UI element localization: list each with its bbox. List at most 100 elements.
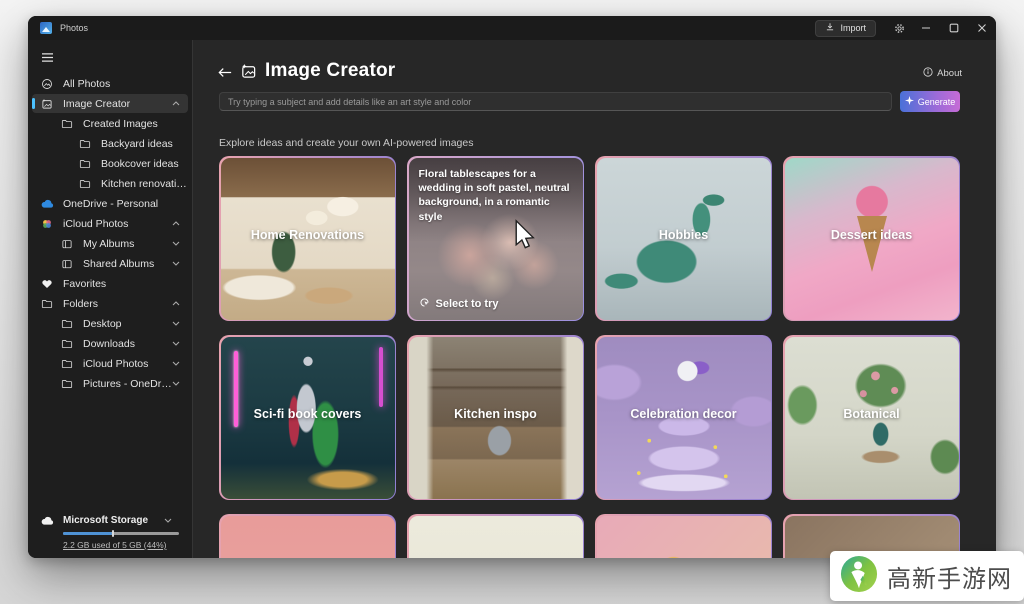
- main-content: Image Creator About Generate Explore ide…: [193, 40, 996, 558]
- sidebar-item-folders[interactable]: Folders: [32, 294, 188, 313]
- card-wedding-decor-hovered[interactable]: Floral tablescapes for a wedding in soft…: [407, 156, 584, 321]
- sidebar-item-label: iCloud Photos: [83, 358, 148, 370]
- select-to-try-action[interactable]: Select to try: [419, 297, 499, 311]
- maximize-button[interactable]: [940, 16, 968, 40]
- folder-icon: [60, 118, 74, 130]
- sidebar-item-all-photos[interactable]: All Photos: [32, 74, 188, 93]
- sidebar-item-icloud-photos-folder[interactable]: iCloud Photos: [32, 354, 188, 373]
- back-button[interactable]: [215, 63, 235, 81]
- sparkle-icon: [905, 96, 914, 107]
- card-art-white-flowers: [409, 516, 583, 559]
- folder-icon: [60, 338, 74, 350]
- card-partial-white-flowers[interactable]: [407, 514, 584, 558]
- import-button[interactable]: Import: [815, 20, 876, 37]
- card-art-scifi: [221, 337, 395, 499]
- sidebar-item-label: Pictures - OneDrive Personal: [83, 378, 172, 390]
- sidebar-item-bookcover-ideas[interactable]: Bookcover ideas: [32, 154, 188, 173]
- card-dessert-ideas[interactable]: Dessert ideas: [783, 156, 960, 321]
- storage-progress-fill: [63, 532, 112, 535]
- sidebar-item-pictures-onedrive[interactable]: Pictures - OneDrive Personal: [32, 374, 188, 393]
- photo-icon: [40, 78, 54, 90]
- folder-icon: [78, 138, 92, 150]
- card-art-kitchen: [409, 337, 583, 499]
- chevron-down-icon: [172, 241, 180, 246]
- card-art-hobbies: [597, 158, 771, 320]
- sidebar-item-label: All Photos: [63, 78, 110, 90]
- info-icon: [923, 67, 933, 80]
- prompt-input[interactable]: [219, 92, 892, 111]
- watermark-text: 高新手游网: [887, 559, 1012, 594]
- folder-icon: [78, 158, 92, 170]
- import-label: Import: [840, 23, 866, 33]
- sidebar-item-my-albums[interactable]: My Albums: [32, 234, 188, 253]
- photos-app-icon: [40, 22, 52, 34]
- minimize-button[interactable]: [912, 16, 940, 40]
- sidebar-item-favorites[interactable]: Favorites: [32, 274, 188, 293]
- folder-icon: [78, 178, 92, 190]
- sidebar-item-label: Created Images: [83, 118, 158, 130]
- page-title: Image Creator: [265, 60, 395, 82]
- card-botanical[interactable]: Botanical: [783, 335, 960, 500]
- mouse-cursor: [513, 219, 539, 256]
- chevron-down-icon: [172, 261, 180, 266]
- card-scifi-book-covers[interactable]: Sci-fi book covers: [219, 335, 396, 500]
- storage-usage-link[interactable]: 2.2 GB used of 5 GB (44%): [63, 540, 180, 550]
- sidebar-item-created-images[interactable]: Created Images: [32, 114, 188, 133]
- card-hobbies[interactable]: Hobbies: [595, 156, 772, 321]
- sidebar-item-label: Favorites: [63, 278, 106, 290]
- sidebar-item-onedrive-personal[interactable]: OneDrive - Personal: [32, 194, 188, 213]
- generate-label: Generate: [918, 97, 956, 107]
- folder-icon: [60, 378, 74, 390]
- folder-icon: [60, 318, 74, 330]
- sidebar-item-kitchen-renovations[interactable]: Kitchen renovations: [32, 174, 188, 193]
- icloud-photos-icon: [40, 218, 54, 230]
- app-title: Photos: [60, 23, 88, 33]
- folder-icon: [60, 358, 74, 370]
- card-celebration-decor[interactable]: Celebration decor: [595, 335, 772, 500]
- sidebar-item-label: Shared Albums: [83, 258, 154, 270]
- explore-heading: Explore ideas and create your own AI-pow…: [219, 137, 473, 149]
- sidebar-item-desktop[interactable]: Desktop: [32, 314, 188, 333]
- card-partial-pastel-swirl[interactable]: [219, 514, 396, 558]
- sidebar-item-label: iCloud Photos: [63, 218, 128, 230]
- sidebar-item-label: Bookcover ideas: [101, 158, 179, 170]
- sidebar-item-downloads[interactable]: Downloads: [32, 334, 188, 353]
- albums-icon: [60, 258, 74, 270]
- card-home-renovations[interactable]: Home Renovations: [219, 156, 396, 321]
- heart-icon: [40, 278, 54, 289]
- card-art-home-renovations: [221, 158, 395, 320]
- watermark: 高新手游网: [830, 551, 1024, 601]
- import-icon: [825, 22, 835, 34]
- sidebar-item-shared-albums[interactable]: Shared Albums: [32, 254, 188, 273]
- cloud-icon: [40, 516, 54, 526]
- card-art-celebration: [597, 337, 771, 499]
- chevron-up-icon: [172, 101, 180, 106]
- sidebar-item-label: Downloads: [83, 338, 135, 350]
- chevron-down-icon[interactable]: [164, 518, 172, 523]
- sidebar-item-backyard-ideas[interactable]: Backyard ideas: [32, 134, 188, 153]
- about-button[interactable]: About: [923, 67, 962, 80]
- sidebar-item-label: Backyard ideas: [101, 138, 173, 150]
- card-art-botanical: [785, 337, 959, 499]
- menu-hamburger-icon[interactable]: [34, 48, 60, 66]
- sidebar-item-label: Kitchen renovations: [101, 178, 188, 190]
- chevron-down-icon: [172, 321, 180, 326]
- about-label: About: [937, 68, 962, 79]
- watermark-logo-icon: [840, 555, 878, 598]
- select-to-try-label: Select to try: [436, 298, 499, 310]
- folder-icon: [40, 298, 54, 310]
- sidebar-item-label: Desktop: [83, 318, 122, 330]
- generate-button[interactable]: Generate: [900, 91, 960, 112]
- sidebar-item-image-creator[interactable]: Image Creator: [32, 94, 188, 113]
- sidebar-item-icloud-photos[interactable]: iCloud Photos: [32, 214, 188, 233]
- storage-section: Microsoft Storage 2.2 GB used of 5 GB (4…: [28, 515, 192, 550]
- chevron-up-icon: [172, 301, 180, 306]
- card-kitchen-inspo[interactable]: Kitchen inspo: [407, 335, 584, 500]
- settings-gear-icon[interactable]: [886, 16, 912, 40]
- close-button[interactable]: [968, 16, 996, 40]
- card-partial-macarons[interactable]: [595, 514, 772, 558]
- card-hover-prompt: Floral tablescapes for a wedding in soft…: [419, 167, 573, 225]
- sidebar-item-label: Folders: [63, 298, 98, 310]
- chevron-down-icon: [172, 381, 180, 386]
- card-art-wedding-blurred: Floral tablescapes for a wedding in soft…: [409, 158, 583, 320]
